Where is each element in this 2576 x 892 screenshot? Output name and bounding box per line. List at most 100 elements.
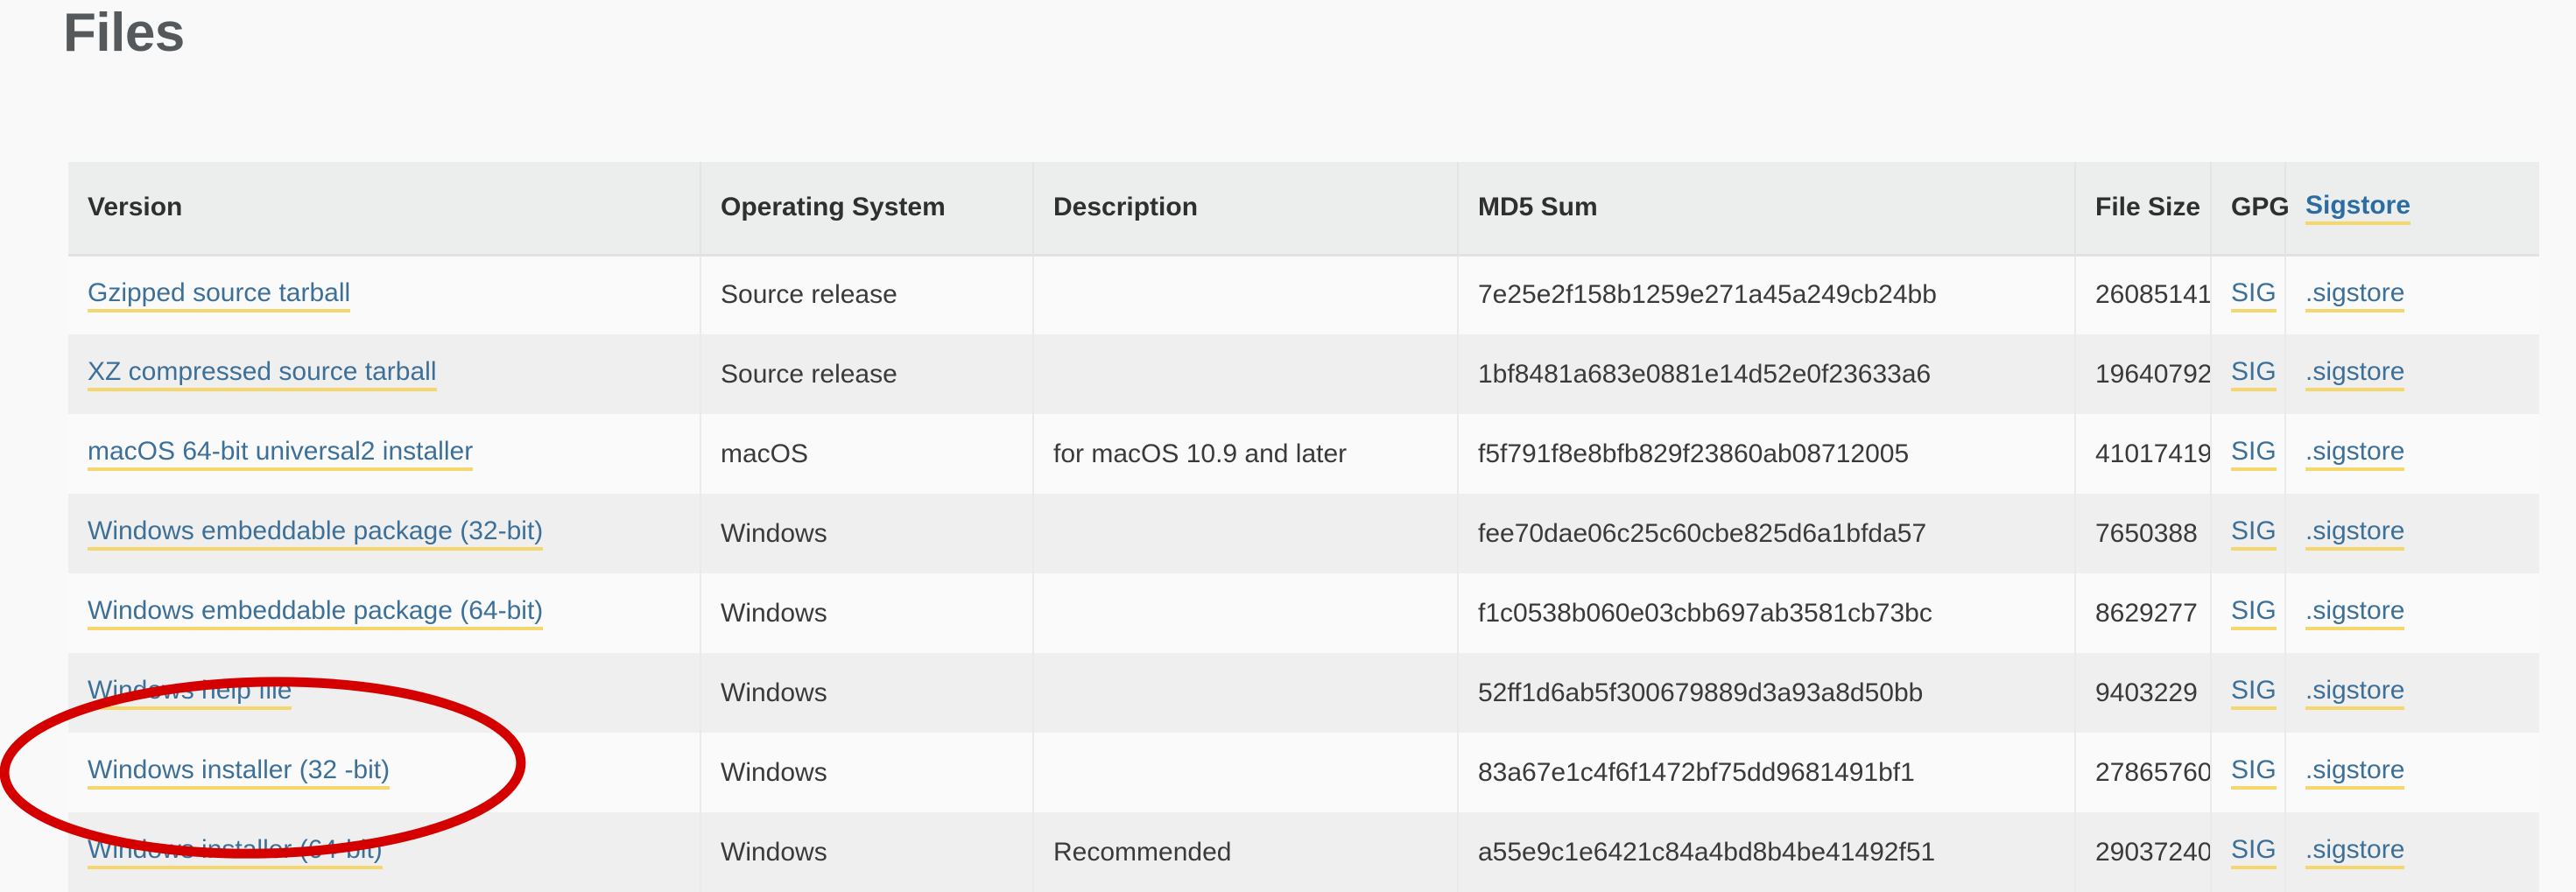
sigstore-header-link[interactable]: Sigstore: [2305, 191, 2411, 225]
cell-gpg: SIG: [2211, 334, 2286, 414]
cell-gpg: SIG: [2211, 653, 2286, 733]
cell-sigstore: .sigstore: [2285, 334, 2539, 414]
cell-sigstore: .sigstore: [2285, 653, 2539, 733]
cell-file-size: 26085141: [2075, 255, 2212, 334]
cell-version: Windows help file: [68, 653, 701, 733]
version-download-link[interactable]: macOS 64-bit universal2 installer: [88, 438, 474, 472]
version-download-link[interactable]: Windows help file: [88, 677, 292, 711]
cell-operating-system: Source release: [700, 334, 1034, 414]
column-header-gpg: GPG: [2211, 162, 2290, 256]
cell-description: Recommended: [1033, 812, 1459, 892]
cell-description: [1033, 733, 1459, 812]
cell-version: Windows installer (32 -bit): [68, 733, 701, 812]
cell-version: macOS 64-bit universal2 installer: [68, 414, 701, 494]
cell-sigstore: .sigstore: [2285, 414, 2539, 494]
cell-gpg: SIG: [2211, 255, 2286, 334]
gpg-signature-link[interactable]: SIG: [2231, 278, 2277, 313]
files-page: Files Version Operating System Descripti…: [0, 0, 2576, 892]
version-download-link[interactable]: Windows installer (64-bit): [88, 836, 383, 870]
cell-operating-system: Windows: [700, 494, 1034, 573]
cell-file-size: 41017419: [2075, 414, 2212, 494]
table-row: Windows embeddable package (64-bit) Windo…: [68, 573, 2539, 653]
sigstore-signature-link[interactable]: .sigstore: [2305, 517, 2405, 551]
files-table-body: Gzipped source tarball Source release 7e25…: [68, 255, 2539, 892]
gpg-signature-link[interactable]: SIG: [2231, 438, 2277, 472]
table-row: Windows embeddable package (32-bit) Windo…: [68, 494, 2539, 573]
gpg-signature-link[interactable]: SIG: [2231, 517, 2277, 551]
cell-operating-system: Windows: [700, 812, 1034, 892]
version-download-link[interactable]: XZ compressed source tarball: [88, 358, 437, 392]
column-header-description: Description: [1033, 162, 1459, 256]
cell-operating-system: Windows: [700, 653, 1034, 733]
cell-version: Gzipped source tarball: [68, 255, 701, 334]
cell-gpg: SIG: [2211, 414, 2286, 494]
cell-md5-sum: a55e9c1e6421c84a4bd8b4be41492f51: [1458, 812, 2076, 892]
cell-sigstore: .sigstore: [2285, 255, 2539, 334]
column-header-operating-system: Operating System: [700, 162, 1034, 256]
cell-md5-sum: 52ff1d6ab5f300679889d3a93a8d50bb: [1458, 653, 2076, 733]
cell-gpg: SIG: [2211, 812, 2286, 892]
cell-operating-system: macOS: [700, 414, 1034, 494]
cell-gpg: SIG: [2211, 494, 2286, 573]
table-row: XZ compressed source tarball Source relea…: [68, 334, 2539, 414]
cell-description: [1033, 334, 1459, 414]
table-row: Windows installer (64-bit) Windows Recomme…: [68, 812, 2539, 892]
cell-file-size: 27865760: [2075, 733, 2212, 812]
page-title: Files: [63, 3, 185, 63]
gpg-signature-link[interactable]: SIG: [2231, 597, 2277, 631]
cell-md5-sum: 7e25e2f158b1259e271a45a249cb24bb: [1458, 255, 2076, 334]
cell-file-size: 9403229: [2075, 653, 2212, 733]
cell-file-size: 19640792: [2075, 334, 2212, 414]
gpg-signature-link[interactable]: SIG: [2231, 756, 2277, 790]
cell-version: XZ compressed source tarball: [68, 334, 701, 414]
cell-description: [1033, 255, 1459, 334]
cell-operating-system: Windows: [700, 573, 1034, 653]
version-download-link[interactable]: Windows embeddable package (64-bit): [88, 597, 544, 631]
cell-md5-sum: f5f791f8e8bfb829f23860ab08712005: [1458, 414, 2076, 494]
sigstore-signature-link[interactable]: .sigstore: [2305, 677, 2405, 711]
column-header-version: Version: [68, 162, 701, 256]
cell-file-size: 7650388: [2075, 494, 2212, 573]
cell-description: [1033, 653, 1459, 733]
cell-version: Windows installer (64-bit): [68, 812, 701, 892]
column-header-md5-sum: MD5 Sum: [1458, 162, 2076, 256]
column-header-sigstore: Sigstore: [2285, 162, 2539, 256]
cell-file-size: 29037240: [2075, 812, 2212, 892]
column-header-file-size: File Size: [2075, 162, 2212, 256]
cell-version: Windows embeddable package (64-bit): [68, 573, 701, 653]
sigstore-signature-link[interactable]: .sigstore: [2305, 597, 2405, 631]
cell-sigstore: .sigstore: [2285, 494, 2539, 573]
table-row: Gzipped source tarball Source release 7e25…: [68, 255, 2539, 334]
cell-md5-sum: 83a67e1c4f6f1472bf75dd9681491bf1: [1458, 733, 2076, 812]
sigstore-signature-link[interactable]: .sigstore: [2305, 358, 2405, 392]
files-table-head: Version Operating System Description MD5…: [68, 162, 2539, 256]
files-table-container: Version Operating System Description MD5…: [68, 162, 2539, 892]
cell-md5-sum: 1bf8481a683e0881e14d52e0f23633a6: [1458, 334, 2076, 414]
cell-file-size: 8629277: [2075, 573, 2212, 653]
cell-sigstore: .sigstore: [2285, 733, 2539, 812]
sigstore-signature-link[interactable]: .sigstore: [2305, 438, 2405, 472]
gpg-signature-link[interactable]: SIG: [2231, 358, 2277, 392]
cell-gpg: SIG: [2211, 733, 2286, 812]
files-table: Version Operating System Description MD5…: [68, 162, 2539, 892]
table-row: Windows installer (32 -bit) Windows 83a67e…: [68, 733, 2539, 812]
gpg-signature-link[interactable]: SIG: [2231, 836, 2277, 870]
version-download-link[interactable]: Gzipped source tarball: [88, 278, 351, 313]
cell-description: for macOS 10.9 and later: [1033, 414, 1459, 494]
table-row: macOS 64-bit universal2 installer macOS fo…: [68, 414, 2539, 494]
version-download-link[interactable]: Windows embeddable package (32-bit): [88, 517, 544, 551]
version-download-link[interactable]: Windows installer (32 -bit): [88, 756, 391, 790]
table-row: Windows help file Windows 52ff1d6ab5f30067…: [68, 653, 2539, 733]
cell-md5-sum: fee70dae06c25c60cbe825d6a1bfda57: [1458, 494, 2076, 573]
cell-md5-sum: f1c0538b060e03cbb697ab3581cb73bc: [1458, 573, 2076, 653]
cell-version: Windows embeddable package (32-bit): [68, 494, 701, 573]
sigstore-signature-link[interactable]: .sigstore: [2305, 278, 2405, 313]
sigstore-signature-link[interactable]: .sigstore: [2305, 836, 2405, 870]
sigstore-signature-link[interactable]: .sigstore: [2305, 756, 2405, 790]
cell-description: [1033, 573, 1459, 653]
table-header-row: Version Operating System Description MD5…: [68, 162, 2539, 256]
cell-operating-system: Source release: [700, 255, 1034, 334]
gpg-signature-link[interactable]: SIG: [2231, 677, 2277, 711]
cell-gpg: SIG: [2211, 573, 2286, 653]
cell-description: [1033, 494, 1459, 573]
